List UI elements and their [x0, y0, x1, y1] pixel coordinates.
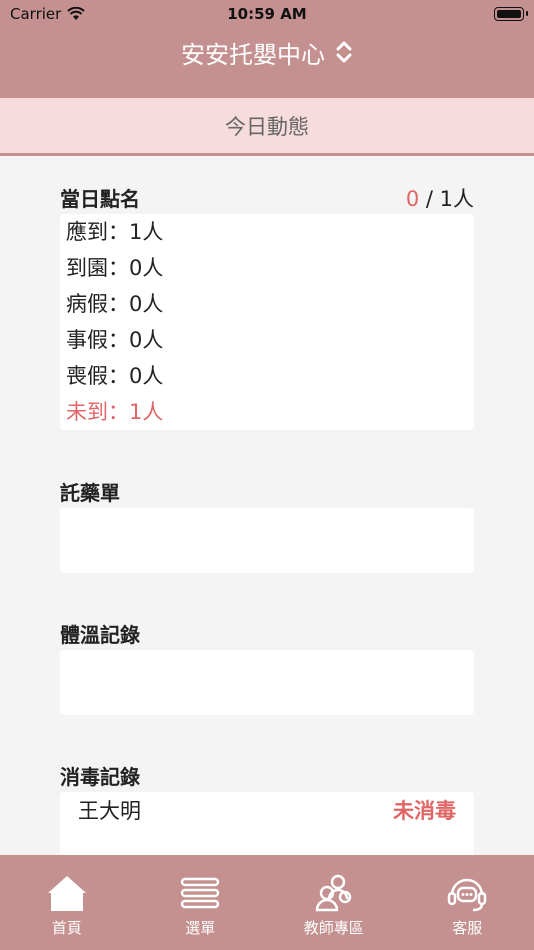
attendance-separator: /: [419, 187, 440, 211]
tab-menu-label: 選單: [185, 919, 216, 937]
support-headset-icon: [448, 878, 487, 912]
attendance-sick-leave: 病假：0人: [66, 292, 164, 316]
medicine-card[interactable]: [60, 508, 474, 573]
disinfection-status: 未消毒: [393, 799, 456, 823]
menu-icon: [181, 877, 220, 909]
home-icon: [47, 876, 86, 911]
status-bar: Carrier 10:59 AM: [0, 0, 534, 28]
attendance-present-count: 0: [405, 187, 420, 211]
disinfection-title: 消毒記錄: [60, 765, 140, 789]
teachers-icon: [315, 874, 351, 912]
battery-icon: [494, 7, 528, 21]
attendance-absent: 未到：1人: [66, 400, 164, 424]
tab-home-label: 首頁: [51, 919, 82, 937]
attendance-bereavement-leave: 喪假：0人: [66, 364, 164, 388]
today-activity-banner: 今日動態: [0, 98, 534, 156]
banner-label: 今日動態: [225, 114, 309, 139]
medicine-title: 託藥單: [60, 481, 120, 505]
attendance-card[interactable]: 應到：1人 到園：0人 病假：0人 事假：0人 喪假：0人 未到：1人: [60, 214, 474, 430]
temperature-card[interactable]: [60, 650, 474, 715]
app-header: Carrier 10:59 AM 安安托嬰中心: [0, 0, 534, 98]
tab-bar: 首頁 選單 教師專區 客服: [0, 855, 534, 950]
child-name: 王大明: [78, 799, 141, 823]
attendance-count: 0 / 1人: [406, 183, 474, 213]
attendance-total-count: 1人: [439, 187, 474, 211]
tab-teachers[interactable]: 教師專區: [274, 873, 394, 938]
center-selector[interactable]: 安安托嬰中心: [0, 34, 534, 70]
attendance-arrived: 到園：0人: [66, 256, 164, 280]
status-time: 10:59 AM: [227, 5, 307, 23]
header-title: 安安托嬰中心: [181, 40, 325, 69]
attendance-expected: 應到：1人: [66, 220, 164, 244]
chevron-up-down-icon: [336, 41, 352, 63]
tab-home[interactable]: 首頁: [7, 873, 127, 938]
temperature-title: 體溫記錄: [60, 623, 140, 647]
tab-menu[interactable]: 選單: [140, 873, 260, 938]
main-content[interactable]: 當日點名 0 / 1人 應到：1人 到園：0人 病假：0人 事假：0人 喪假：0…: [0, 159, 534, 855]
disinfection-row[interactable]: 王大明 未消毒: [60, 792, 474, 828]
tab-support-label: 客服: [452, 919, 483, 937]
disinfection-card[interactable]: 王大明 未消毒: [60, 792, 474, 855]
tab-support[interactable]: 客服: [407, 873, 527, 938]
tab-teachers-label: 教師專區: [303, 919, 364, 937]
attendance-title: 當日點名: [60, 187, 140, 211]
attendance-personal-leave: 事假：0人: [66, 328, 164, 352]
